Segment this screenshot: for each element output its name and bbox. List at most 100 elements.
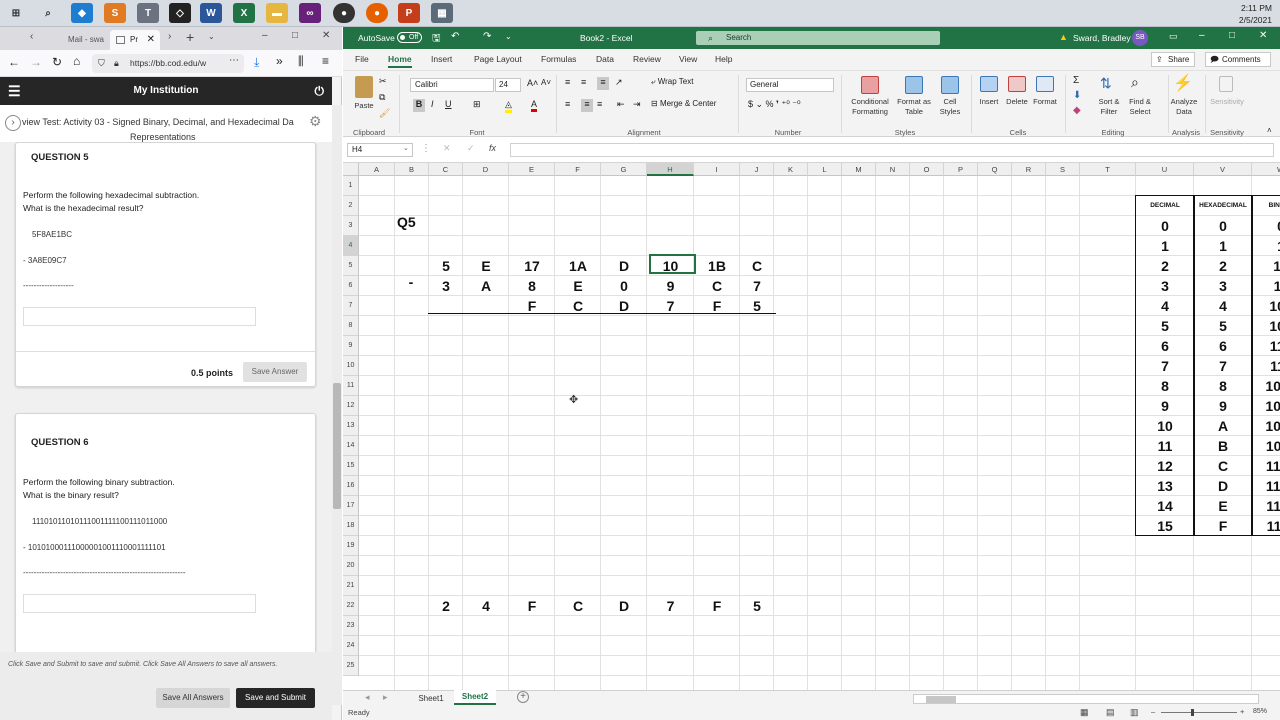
conversion-header-w2[interactable]: BINARY — [1252, 197, 1280, 215]
format-label[interactable]: Format — [1031, 97, 1059, 107]
collapse-ribbon-icon[interactable]: ˄ — [1267, 126, 1272, 135]
cell-q5-label[interactable]: Q5 — [397, 214, 427, 230]
conversion-cell-v15[interactable]: C — [1194, 457, 1252, 475]
autosave-toggle[interactable]: Off — [397, 32, 422, 43]
conversion-cell-w6[interactable]: 11 — [1252, 277, 1280, 295]
conversion-cell-v16[interactable]: D — [1194, 477, 1252, 495]
ribbon-display-icon[interactable]: ▭ — [1169, 31, 1178, 42]
conversion-cell-u7[interactable]: 4 — [1136, 297, 1194, 315]
bookmarks-icon[interactable]: ⫼ — [298, 54, 304, 69]
row-header-21[interactable]: 21 — [343, 576, 359, 596]
align-bottom-icon[interactable]: ≡ — [597, 77, 609, 90]
cell-i22[interactable]: F — [694, 597, 740, 615]
conversion-cell-u5[interactable]: 2 — [1136, 257, 1194, 275]
chevron-right-icon[interactable]: › — [5, 115, 21, 131]
column-header-w[interactable]: W — [1252, 163, 1280, 176]
conversion-cell-u10[interactable]: 7 — [1136, 357, 1194, 375]
formula-input[interactable] — [510, 143, 1274, 157]
minimize-icon[interactable]: – — [1199, 30, 1205, 41]
orientation-icon[interactable]: ↗ — [615, 77, 623, 88]
row-header-25[interactable]: 25 — [343, 656, 359, 676]
row-header-4[interactable]: 4 — [343, 236, 359, 256]
cell-e5[interactable]: 17 — [509, 257, 555, 275]
conversion-cell-u6[interactable]: 3 — [1136, 277, 1194, 295]
row-header-11[interactable]: 11 — [343, 376, 359, 396]
cell-i7[interactable]: F — [694, 297, 740, 315]
cell-c6[interactable]: 3 — [429, 277, 463, 295]
tab-list-icon[interactable]: ⌄ — [208, 32, 215, 41]
conversion-cell-u11[interactable]: 8 — [1136, 377, 1194, 395]
page-scrollbar[interactable] — [332, 105, 342, 705]
conversion-cell-v3[interactable]: 0 — [1194, 217, 1252, 235]
question-5-answer-input[interactable] — [23, 307, 256, 326]
unity-icon[interactable]: ◇ — [169, 3, 191, 23]
format-as-table-label[interactable]: Format as Table — [895, 97, 933, 117]
conversion-cell-v9[interactable]: 6 — [1194, 337, 1252, 355]
conversion-cell-v11[interactable]: 8 — [1194, 377, 1252, 395]
conversion-cell-w4[interactable]: 1 — [1252, 237, 1280, 255]
font-size-select[interactable]: 24 — [495, 78, 521, 92]
row-header-23[interactable]: 23 — [343, 616, 359, 636]
align-middle-icon[interactable]: ≡ — [581, 77, 586, 87]
cell-h7[interactable]: 7 — [647, 297, 694, 315]
page-actions-icon[interactable]: ⋯ — [229, 55, 239, 66]
number-format-icons[interactable]: $ ⌄ % ❜ ⁺⁰ ⁻⁰ — [748, 99, 801, 110]
cell-f5[interactable]: 1A — [555, 257, 601, 275]
normal-view-icon[interactable]: ▦ — [1080, 707, 1089, 718]
conversion-cell-w18[interactable]: 1111 — [1252, 517, 1280, 535]
conversion-cell-v12[interactable]: 9 — [1194, 397, 1252, 415]
excel-icon[interactable]: X — [233, 3, 255, 23]
delete-cells-icon[interactable] — [1008, 76, 1026, 92]
comments-button[interactable]: 🗩︎ Comments — [1205, 52, 1271, 67]
font-color-icon[interactable]: A — [531, 99, 538, 112]
row-header-24[interactable]: 24 — [343, 636, 359, 656]
row-header-18[interactable]: 18 — [343, 516, 359, 536]
horizontal-scrollbar[interactable] — [913, 694, 1259, 704]
insert-label[interactable]: Insert — [975, 97, 1003, 107]
maximize-icon[interactable]: □ — [1229, 30, 1235, 41]
increase-indent-icon[interactable]: ⇥ — [633, 99, 641, 110]
download-icon[interactable]: ⤓ — [254, 55, 259, 70]
cancel-entry-icon[interactable]: ✕ — [443, 143, 451, 154]
column-header-q[interactable]: Q — [978, 163, 1012, 176]
cell-j7[interactable]: 5 — [740, 297, 774, 315]
cell-j5[interactable]: C — [740, 257, 774, 275]
fill-color-icon[interactable]: ◬ — [505, 99, 512, 113]
conversion-cell-w14[interactable]: 1011 — [1252, 437, 1280, 455]
borders-icon[interactable]: ⊞ — [473, 99, 481, 110]
wrap-text-button[interactable]: ⤶ Wrap Text — [651, 77, 693, 87]
column-header-o[interactable]: O — [910, 163, 944, 176]
row-header-13[interactable]: 13 — [343, 416, 359, 436]
column-header-f[interactable]: F — [555, 163, 601, 176]
column-header-a[interactable]: A — [359, 163, 395, 176]
row-header-20[interactable]: 20 — [343, 556, 359, 576]
column-header-t[interactable]: T — [1080, 163, 1136, 176]
minimize-icon[interactable]: – — [262, 30, 268, 41]
row-header-5[interactable]: 5 — [343, 256, 359, 276]
row-header-12[interactable]: 12 — [343, 396, 359, 416]
selected-cell-h4[interactable] — [649, 254, 696, 274]
align-left-icon[interactable]: ≡ — [565, 99, 570, 109]
save-icon[interactable]: 🖫︎ — [432, 31, 441, 48]
tab-formulas[interactable]: Formulas — [541, 54, 576, 64]
increase-font-icon[interactable]: A˄ — [527, 78, 538, 88]
conversion-cell-v17[interactable]: E — [1194, 497, 1252, 515]
conversion-cell-v10[interactable]: 7 — [1194, 357, 1252, 375]
font-name-select[interactable]: Calibri — [410, 78, 494, 92]
close-icon[interactable]: ✕ — [1259, 30, 1267, 41]
github-icon[interactable]: ● — [333, 3, 355, 23]
confirm-entry-icon[interactable]: ✓ — [467, 143, 475, 154]
conversion-cell-u3[interactable]: 0 — [1136, 217, 1194, 235]
tab-home[interactable]: Home — [388, 54, 412, 68]
paste-icon[interactable] — [355, 76, 373, 98]
conversion-cell-w13[interactable]: 1010 — [1252, 417, 1280, 435]
number-format-select[interactable]: General — [746, 78, 834, 92]
calculator-icon[interactable]: ▦ — [431, 3, 453, 23]
autosum-icon[interactable]: Σ — [1073, 75, 1079, 86]
conversion-cell-w11[interactable]: 1000 — [1252, 377, 1280, 395]
conversion-cell-v5[interactable]: 2 — [1194, 257, 1252, 275]
conversion-cell-v7[interactable]: 4 — [1194, 297, 1252, 315]
cell-minus-sign[interactable]: - — [394, 274, 428, 290]
overflow-icon[interactable]: » — [276, 54, 283, 68]
share-button[interactable]: ⇪ Share — [1151, 52, 1195, 67]
